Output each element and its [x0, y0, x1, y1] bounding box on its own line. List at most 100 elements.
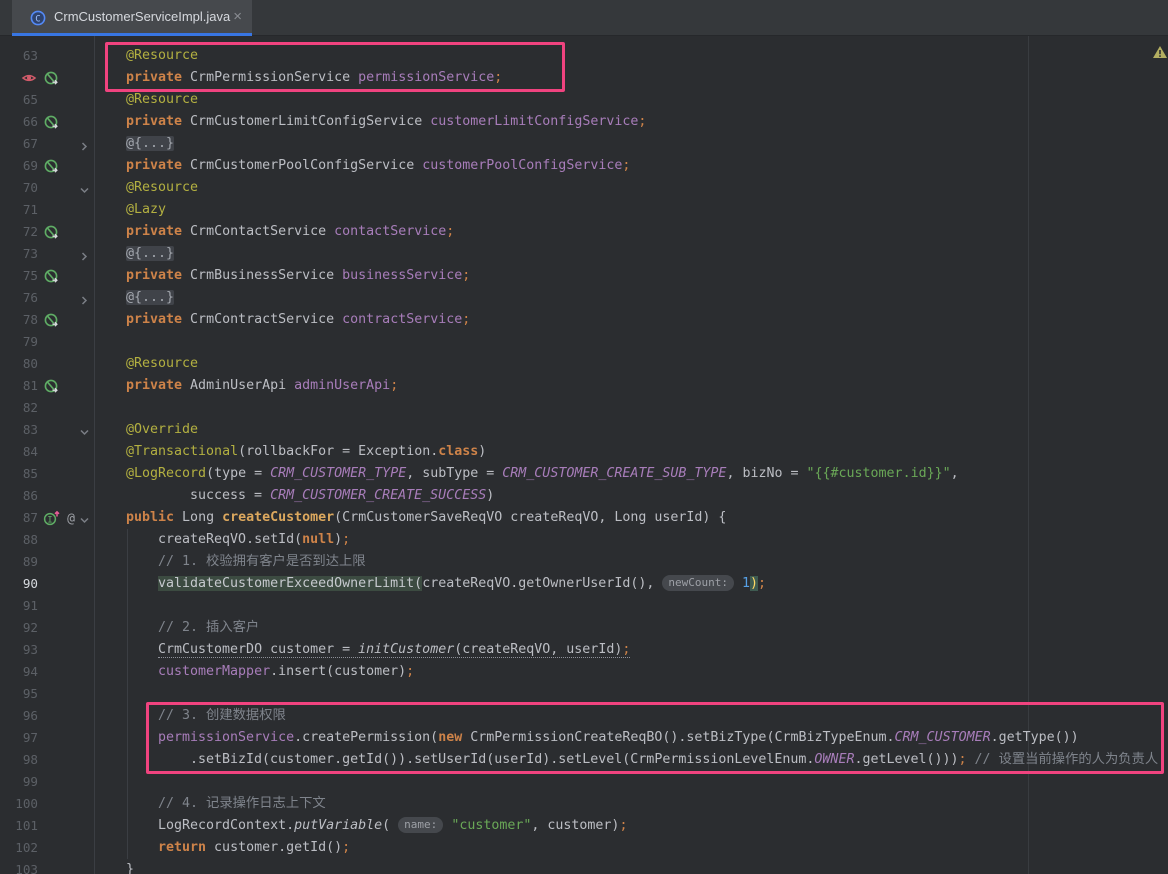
annotated-method-icon[interactable]: @	[63, 510, 80, 526]
line-number: 97	[0, 727, 38, 749]
code-line[interactable]: 65@Resource	[0, 89, 1168, 111]
code-line[interactable]: 103}	[0, 859, 1168, 874]
code-line[interactable]: 78private CrmContractService contractSer…	[0, 309, 1168, 331]
code-token: permissionService	[158, 730, 294, 745]
line-number: 100	[0, 793, 38, 815]
fold-collapsed-icon[interactable]	[79, 138, 91, 150]
svg-text:I: I	[47, 515, 52, 525]
line-number: 82	[0, 397, 38, 419]
code-line[interactable]: 96// 3. 创建数据权限	[0, 705, 1168, 727]
code-line[interactable]: 84@Transactional(rollbackFor = Exception…	[0, 441, 1168, 463]
code-line[interactable]: 94customerMapper.insert(customer);	[0, 661, 1168, 683]
code-line[interactable]: 89// 1. 校验拥有客户是否到达上限	[0, 551, 1168, 573]
field-watchpoint-icon[interactable]	[21, 70, 38, 86]
line-number: 81	[0, 375, 38, 397]
tab-crm-customer-service-impl[interactable]: C CrmCustomerServiceImpl.java ×	[12, 0, 252, 36]
code-token: "customer"	[451, 818, 531, 833]
code-line[interactable]: 82	[0, 397, 1168, 419]
code-line[interactable]: 85@LogRecord(type = CRM_CUSTOMER_TYPE, s…	[0, 463, 1168, 485]
code-line[interactable]: 70@Resource	[0, 177, 1168, 199]
code-token: @Lazy	[126, 202, 166, 217]
code-line[interactable]: 66private CrmCustomerLimitConfigService …	[0, 111, 1168, 133]
code-token: adminUserApi	[294, 378, 390, 393]
gutter: 99	[0, 771, 94, 793]
code-line[interactable]: 67@{...}	[0, 133, 1168, 155]
java-class-icon: C	[30, 10, 46, 26]
code-token: @Resource	[126, 48, 198, 63]
code-line[interactable]: 81private AdminUserApi adminUserApi;	[0, 375, 1168, 397]
fold-collapsed-icon[interactable]	[79, 248, 91, 260]
code-line[interactable]: 69private CrmCustomerPoolConfigService c…	[0, 155, 1168, 177]
implements-method-icon[interactable]: I	[43, 510, 60, 526]
gutter: 95	[0, 683, 94, 705]
code-token: private	[126, 224, 182, 239]
code-line[interactable]: 102return customer.getId();	[0, 837, 1168, 859]
line-number: 70	[0, 177, 38, 199]
code-line[interactable]: 73@{...}	[0, 243, 1168, 265]
code-editor[interactable]: 63@Resourceprivate CrmPermissionService …	[0, 36, 1168, 874]
code-line[interactable]: 93CrmCustomerDO customer = initCustomer(…	[0, 639, 1168, 661]
code-token: ;	[758, 576, 766, 591]
code-token: private	[126, 268, 182, 283]
code-token: ;	[619, 818, 627, 833]
spring-bean-icon[interactable]	[43, 114, 60, 130]
code-token: null	[302, 532, 334, 547]
code-line[interactable]: 87I@public Long createCustomer(CrmCustom…	[0, 507, 1168, 529]
spring-bean-icon[interactable]	[43, 312, 60, 328]
spring-bean-icon[interactable]	[43, 158, 60, 174]
code-line[interactable]: 92// 2. 插入客户	[0, 617, 1168, 639]
code-token: LogRecordContext.	[158, 818, 294, 833]
code-token: CRM_CUSTOMER	[895, 730, 991, 745]
code-token: success =	[190, 488, 270, 503]
code-line[interactable]: 95	[0, 683, 1168, 705]
gutter: 94	[0, 661, 94, 683]
code-line[interactable]: 71@Lazy	[0, 199, 1168, 221]
code-token: (	[382, 818, 398, 833]
line-number: 79	[0, 331, 38, 353]
code-token: ;	[342, 840, 350, 855]
spring-bean-icon[interactable]	[43, 70, 60, 86]
spring-bean-icon[interactable]	[43, 378, 60, 394]
code-line[interactable]: 75private CrmBusinessService businessSer…	[0, 265, 1168, 287]
code-line[interactable]: 91	[0, 595, 1168, 617]
code-token: ;	[390, 378, 398, 393]
spring-bean-icon[interactable]	[43, 224, 60, 240]
line-number: 69	[0, 155, 38, 177]
folded-region[interactable]: @{...}	[126, 290, 174, 305]
code-line[interactable]: 79	[0, 331, 1168, 353]
spring-bean-icon[interactable]	[43, 268, 60, 284]
fold-expanded-icon[interactable]	[79, 182, 91, 194]
line-number: 72	[0, 221, 38, 243]
code-token: )	[486, 488, 494, 503]
folded-region[interactable]: @{...}	[126, 246, 174, 261]
close-tab-icon[interactable]: ×	[233, 8, 242, 25]
code-line[interactable]: 98.setBizId(customer.getId()).setUserId(…	[0, 749, 1168, 771]
line-number: 76	[0, 287, 38, 309]
code-line[interactable]: 99	[0, 771, 1168, 793]
code-line[interactable]: 72private CrmContactService contactServi…	[0, 221, 1168, 243]
code-line[interactable]: 100// 4. 记录操作日志上下文	[0, 793, 1168, 815]
code-line[interactable]: 76 @{...}	[0, 287, 1168, 309]
code-line[interactable]: 86success = CRM_CUSTOMER_CREATE_SUCCESS)	[0, 485, 1168, 507]
gutter: 89	[0, 551, 94, 573]
gutter: 92	[0, 617, 94, 639]
folded-region[interactable]: @{...}	[126, 136, 174, 151]
fold-collapsed-icon[interactable]	[79, 292, 91, 304]
code-line[interactable]: 83@Override	[0, 419, 1168, 441]
code-token: , bizNo =	[726, 466, 806, 481]
fold-expanded-icon[interactable]	[79, 424, 91, 436]
code-line[interactable]: private CrmPermissionService permissionS…	[0, 67, 1168, 89]
code-line[interactable]: 101LogRecordContext.putVariable( name: "…	[0, 815, 1168, 837]
code-line[interactable]: 80@Resource	[0, 353, 1168, 375]
line-number: 66	[0, 111, 38, 133]
line-number: 86	[0, 485, 38, 507]
gutter: 86	[0, 485, 94, 507]
ide-window: C CrmCustomerServiceImpl.java × 63@Resou…	[0, 0, 1168, 874]
code-line[interactable]: 88createReqVO.setId(null);	[0, 529, 1168, 551]
code-line[interactable]: 97permissionService.createPermission(new…	[0, 727, 1168, 749]
fold-expanded-icon[interactable]	[79, 512, 91, 524]
line-number: 90	[0, 573, 38, 595]
inspection-warning-icon[interactable]	[1152, 45, 1168, 59]
code-line[interactable]: 90validateCustomerExceedOwnerLimit(creat…	[0, 573, 1168, 595]
code-line[interactable]: 63@Resource	[0, 45, 1168, 67]
